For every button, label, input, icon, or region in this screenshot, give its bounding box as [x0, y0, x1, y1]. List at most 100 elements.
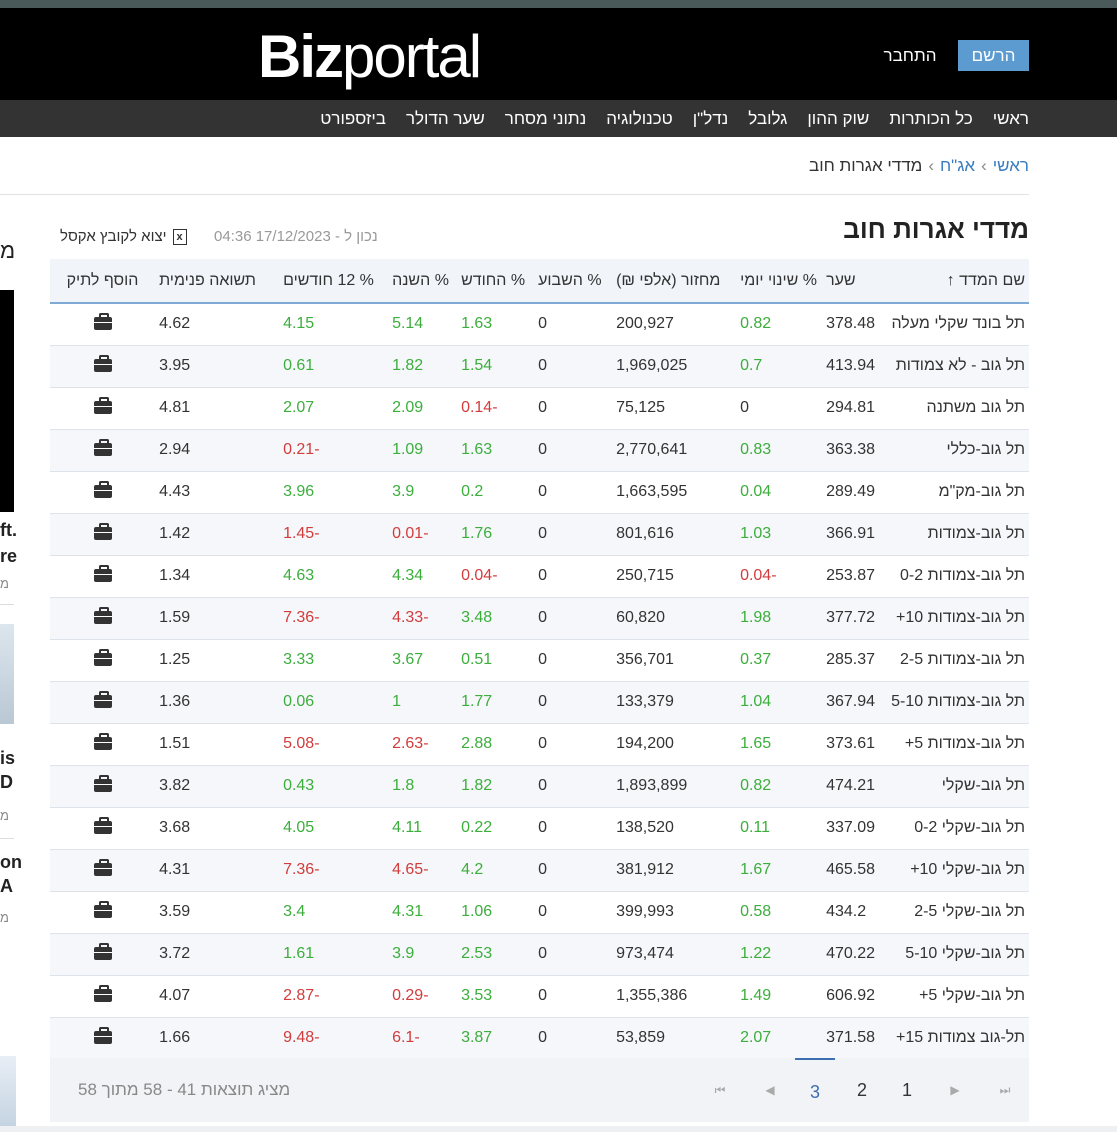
add-to-portfolio-button[interactable] — [50, 891, 156, 934]
add-to-portfolio-button[interactable] — [50, 933, 156, 976]
sidebar-article-title-fragment[interactable]: re — [0, 546, 17, 567]
add-to-portfolio-button[interactable] — [50, 765, 156, 808]
nav-item[interactable]: גלובל — [738, 109, 797, 129]
table-row[interactable]: תל גוב-צמודות 5-10 367.94 1.04 133,379 0 1.77… — [50, 681, 1029, 724]
index-name-cell[interactable]: תל גוב-צמודות — [879, 513, 1029, 556]
nav-item[interactable]: טכנולוגיה — [596, 109, 683, 129]
table-row[interactable]: תל גוב-צמודות 5+ 373.61 1.65 194,200 0 2.88 -2… — [50, 723, 1029, 766]
sidebar-article-title-fragment[interactable]: is — [0, 748, 15, 769]
col-header-month[interactable]: % החודש — [457, 259, 535, 304]
sidebar-article-image[interactable] — [0, 624, 14, 724]
table-row[interactable]: תל גוב-צמודות 0-2 253.87 -0.04 250,715 0 -0.0… — [50, 555, 1029, 598]
add-to-portfolio-button[interactable] — [50, 513, 156, 556]
index-name-cell[interactable]: תל גוב-צמודות 0-2 — [879, 555, 1029, 598]
add-to-portfolio-button[interactable] — [50, 723, 156, 766]
add-to-portfolio-button[interactable] — [50, 975, 156, 1018]
table-row[interactable]: תל גוב-צמודות 10+ 377.72 1.98 60,820 0 3.48 -4… — [50, 597, 1029, 640]
table-row[interactable]: תל גוב-צמודות 366.91 1.03 801,616 0 1.76 -0.01… — [50, 513, 1029, 556]
table-row[interactable]: תל גוב-שקלי 5-10 470.22 1.22 973,474 0 2.53 3.… — [50, 933, 1029, 976]
add-to-portfolio-button[interactable] — [50, 471, 156, 514]
table-row[interactable]: תל גוב-כללי 363.38 0.83 2,770,641 0 1.63 1.09-… — [50, 429, 1029, 472]
nav-item[interactable]: כל הכותרות — [879, 109, 982, 129]
register-button[interactable]: הרשם — [958, 40, 1029, 71]
col-header-yield[interactable]: תשואה פנימית — [155, 259, 280, 304]
nav-item[interactable]: שוק ההון — [797, 109, 879, 129]
add-to-portfolio-button[interactable] — [50, 597, 156, 640]
add-to-portfolio-button[interactable] — [50, 345, 156, 388]
export-excel-link[interactable]: x יצוא לקובץ אקסל — [60, 228, 187, 245]
add-to-portfolio-button[interactable] — [50, 387, 156, 430]
year-change-cell: 3.9 — [388, 933, 458, 976]
table-row[interactable]: תל-גוב צמודות 15+ 371.58 2.07 53,859 0 3.87 -6… — [50, 1017, 1029, 1060]
index-name-cell[interactable]: תל גוב-שקלי 5-10 — [879, 933, 1029, 976]
page-2-button[interactable]: 2 — [842, 1058, 882, 1122]
table-row[interactable]: תל גוב-שקלי 474.21 0.82 1,893,899 0 1.82 1.8 0.… — [50, 765, 1029, 808]
sidebar-article-image[interactable] — [0, 290, 14, 512]
col-header-volume[interactable]: מחזור (אלפי ₪) — [612, 259, 737, 304]
sidebar-article-title-fragment[interactable]: D — [0, 772, 13, 793]
week-change-cell: 0 — [534, 345, 613, 388]
add-to-portfolio-button[interactable] — [50, 639, 156, 682]
add-to-portfolio-button[interactable] — [50, 1017, 156, 1060]
sidebar-article-title-fragment[interactable]: A — [0, 876, 13, 897]
table-row[interactable]: תל גוב-שקלי 2-5 434.2 0.58 399,993 0 1.06 4.31… — [50, 891, 1029, 934]
sidebar-article-image[interactable] — [0, 1056, 16, 1126]
add-to-portfolio-button[interactable] — [50, 303, 156, 346]
table-row[interactable]: תל גוב-שקלי 0-2 337.09 0.11 138,520 0 0.22 4.1… — [50, 807, 1029, 850]
nav-item[interactable]: ביזספורט — [310, 109, 396, 129]
table-row[interactable]: תל גוב-צמודות 2-5 285.37 0.37 356,701 0 0.51 3… — [50, 639, 1029, 682]
table-row[interactable]: תל גוב-שקלי 10+ 465.58 1.67 381,912 0 4.2 -4.6… — [50, 849, 1029, 892]
last-page-icon[interactable]: ⏭ — [985, 1058, 1025, 1122]
index-name-cell[interactable]: תל בונד שקלי מעלה — [879, 303, 1029, 346]
nav-item[interactable]: שער הדולר — [396, 109, 495, 129]
table-row[interactable]: תל בונד שקלי מעלה 378.48 0.82 200,927 0 1.63 5… — [50, 303, 1029, 346]
main-nav: ראשי כל הכותרות שוק ההון גלובל נדל"ן טכנולוגי… — [0, 100, 1117, 137]
bizportal-logo[interactable]: Bizportal — [258, 26, 482, 88]
year-change-cell: 1.82 — [388, 345, 458, 388]
add-to-portfolio-button[interactable] — [50, 555, 156, 598]
col-header-daily-change[interactable]: % שינוי יומי — [736, 259, 823, 304]
index-name-cell[interactable]: תל גוב-שקלי 10+ — [879, 849, 1029, 892]
index-name-cell[interactable]: תל גוב-שקלי 2-5 — [879, 891, 1029, 934]
col-header-week[interactable]: % השבוע — [534, 259, 613, 304]
index-name-cell[interactable]: תל גוב-צמודות 5-10 — [879, 681, 1029, 724]
sidebar-article-title-fragment[interactable]: ft. — [0, 520, 17, 541]
add-to-portfolio-button[interactable] — [50, 429, 156, 472]
index-name-cell[interactable]: תל גוב - לא צמודות — [879, 345, 1029, 388]
table-row[interactable]: תל גוב - לא צמודות 413.94 0.7 1,969,025 0 1.5… — [50, 345, 1029, 388]
col-header-name[interactable]: שם המדד ↑ — [879, 259, 1029, 304]
nav-item[interactable]: נתוני מסחר — [495, 109, 596, 129]
index-name-cell[interactable]: תל גוב-שקלי 0-2 — [879, 807, 1029, 850]
index-name-cell[interactable]: תל גוב משתנה — [879, 387, 1029, 430]
index-name-cell[interactable]: תל גוב-מק"מ — [879, 471, 1029, 514]
breadcrumb-bonds[interactable]: אג"ח — [940, 156, 975, 175]
nav-item[interactable]: נדל"ן — [683, 109, 739, 129]
next-page-icon[interactable]: ▶ — [935, 1058, 975, 1122]
breadcrumb-home[interactable]: ראשי — [993, 156, 1029, 175]
prev-page-icon[interactable]: ◀ — [750, 1058, 790, 1122]
rate-cell: 253.87 — [822, 555, 879, 598]
index-name-cell[interactable]: תל גוב-כללי — [879, 429, 1029, 472]
index-name-cell[interactable]: תל גוב-צמודות 5+ — [879, 723, 1029, 766]
index-name-cell[interactable]: תל גוב-שקלי 5+ — [879, 975, 1029, 1018]
col-header-year[interactable]: % השנה — [388, 259, 458, 304]
index-name-cell[interactable]: תל-גוב צמודות 15+ — [879, 1017, 1029, 1060]
page-1-button[interactable]: 1 — [887, 1058, 927, 1122]
nav-item[interactable]: ראשי — [983, 109, 1029, 129]
add-to-portfolio-button[interactable] — [50, 681, 156, 724]
index-name-cell[interactable]: תל גוב-צמודות 2-5 — [879, 639, 1029, 682]
first-page-icon[interactable]: ⏮ — [700, 1058, 740, 1122]
add-to-portfolio-button[interactable] — [50, 849, 156, 892]
col-header-12-months[interactable]: % 12 חודשים — [279, 259, 389, 304]
volume-cell: 399,993 — [612, 891, 737, 934]
index-name-cell[interactable]: תל גוב-שקלי — [879, 765, 1029, 808]
page-3-button[interactable]: 3 — [795, 1058, 835, 1122]
col-header-rate[interactable]: שער — [822, 259, 879, 304]
sidebar-article-title-fragment[interactable]: on — [0, 852, 22, 873]
table-row[interactable]: תל גוב משתנה 294.81 0 75,125 0 -0.14 2.09 2.07 4… — [50, 387, 1029, 430]
add-to-portfolio-button[interactable] — [50, 807, 156, 850]
table-row[interactable]: תל גוב-שקלי 5+ 606.92 1.49 1,355,386 0 3.53 -0… — [50, 975, 1029, 1018]
index-name-cell[interactable]: תל גוב-צמודות 10+ — [879, 597, 1029, 640]
login-button[interactable]: התחבר — [870, 40, 950, 71]
table-row[interactable]: תל גוב-מק"מ 289.49 0.04 1,663,595 0 0.2 3.9 3.9… — [50, 471, 1029, 514]
